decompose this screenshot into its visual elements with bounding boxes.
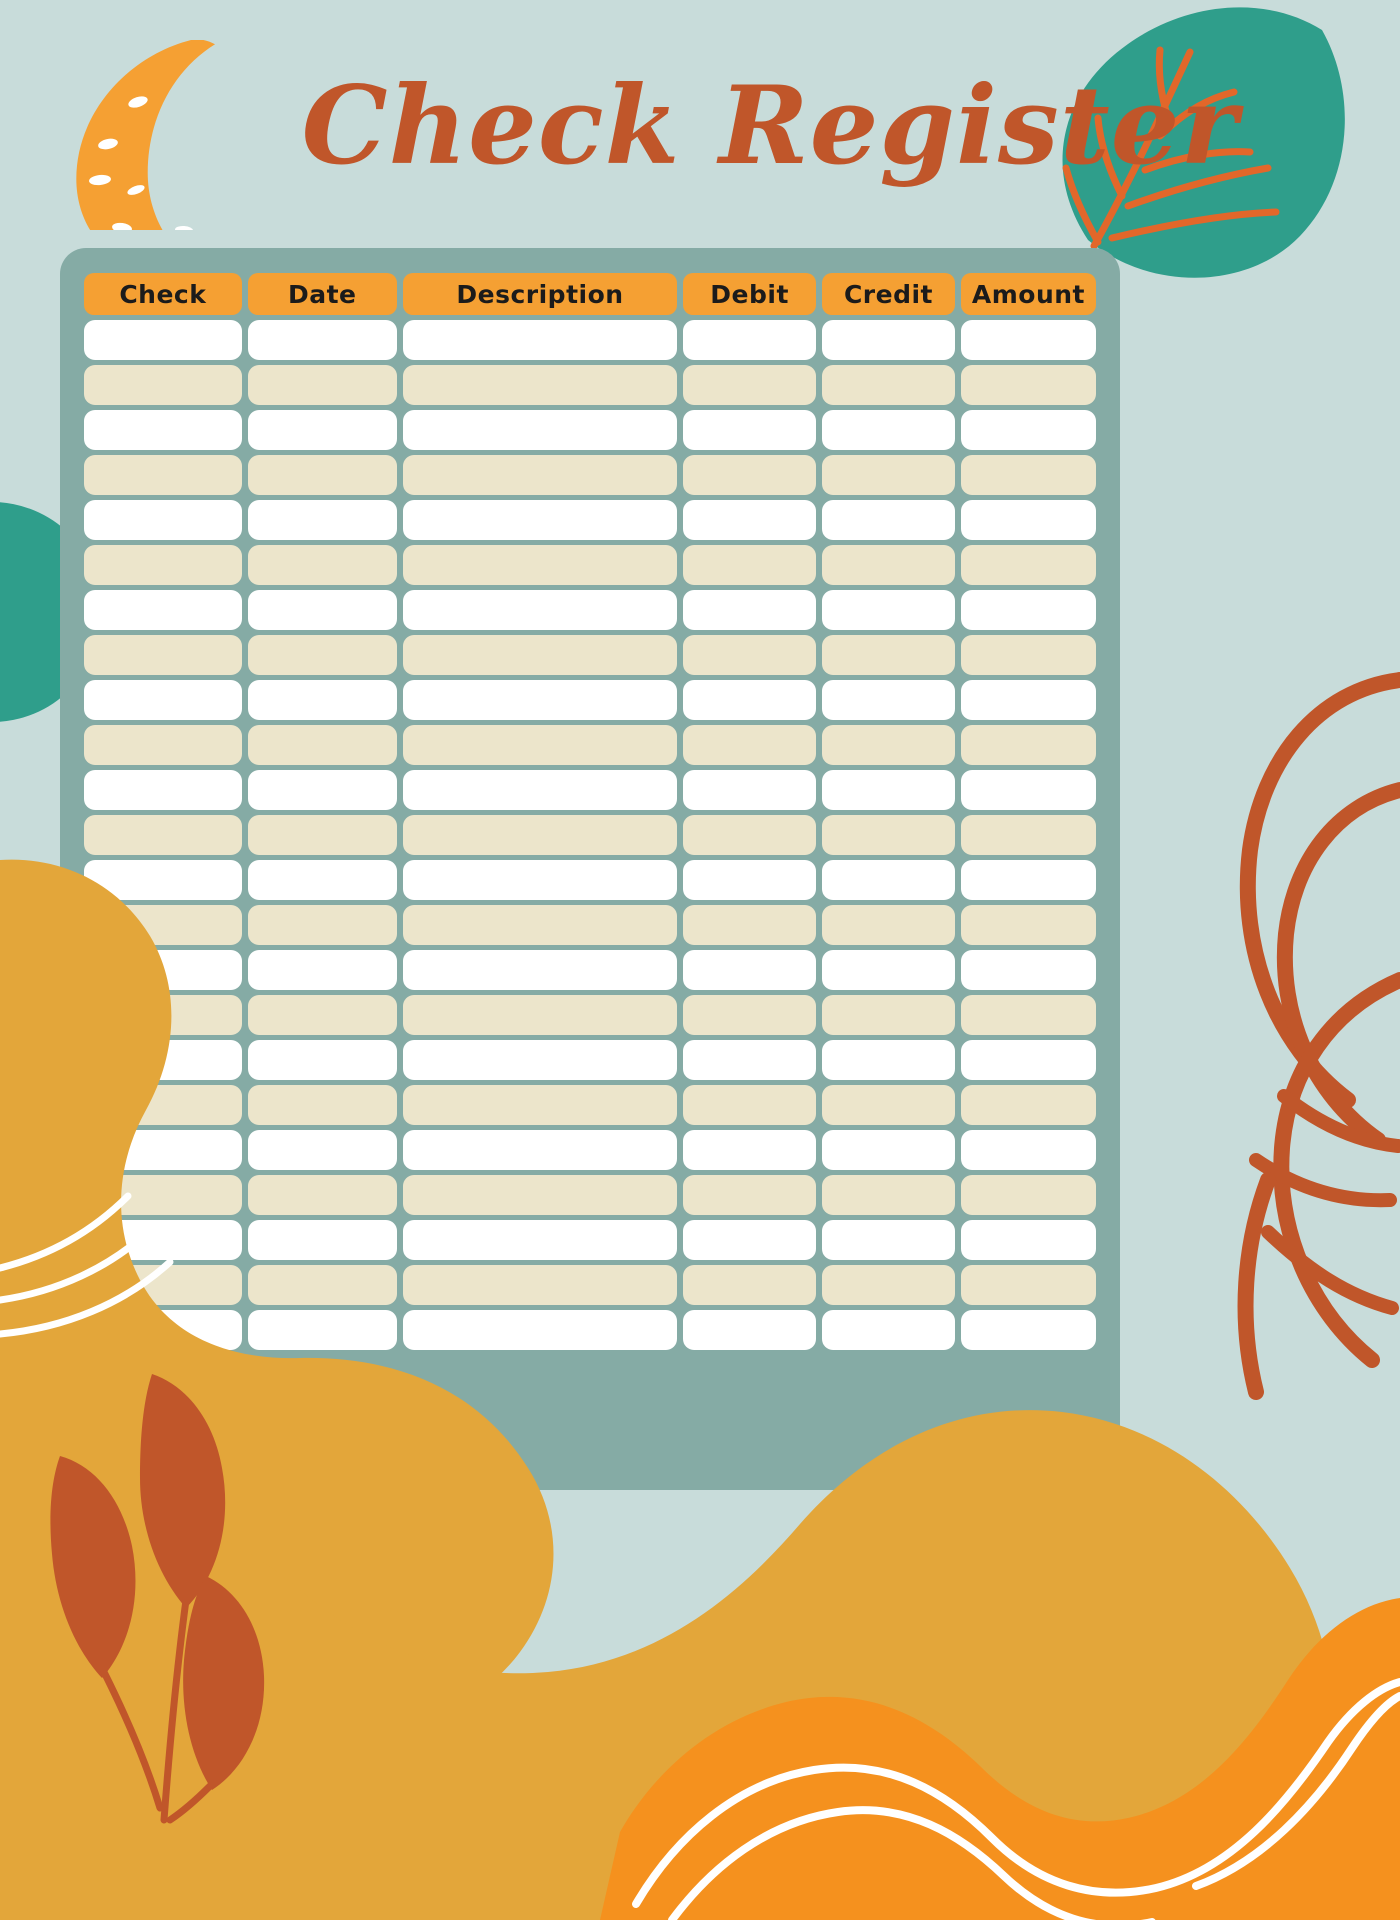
check-register-page: Check Register Check Date Description De… — [0, 0, 1400, 1920]
foreground-decoration-layer — [0, 859, 1400, 1920]
